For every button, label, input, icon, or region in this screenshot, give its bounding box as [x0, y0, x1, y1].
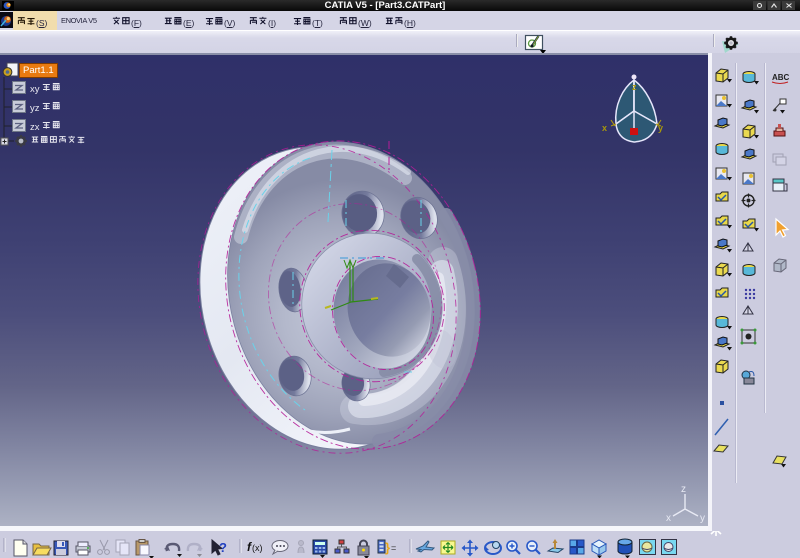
svg-text:ABC: ABC [772, 73, 790, 82]
svg-text:(x): (x) [252, 543, 263, 553]
svg-text:?: ? [219, 540, 227, 555]
svg-text:z: z [681, 484, 686, 495]
svg-text:x: x [666, 513, 671, 524]
svg-text:=: = [391, 543, 396, 553]
svg-text:}: } [385, 540, 390, 555]
svg-text:x: x [602, 123, 607, 133]
svg-text:z: z [632, 82, 637, 92]
svg-text:y: y [658, 123, 663, 133]
